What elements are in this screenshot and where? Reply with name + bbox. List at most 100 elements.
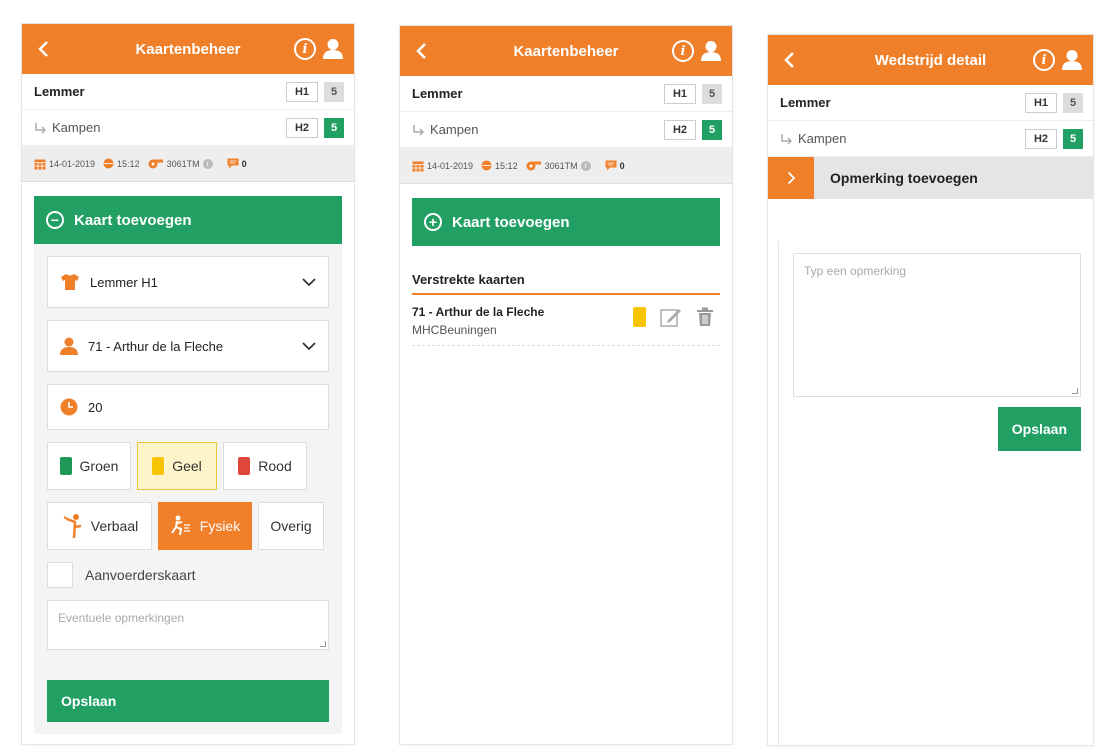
section-toggle[interactable] [768, 157, 814, 199]
whistle-icon [526, 161, 541, 171]
clock-icon [60, 398, 78, 416]
add-card-label: Kaart toevoegen [452, 213, 570, 231]
referee-code: 3061TM [544, 160, 578, 171]
resize-handle[interactable] [1072, 388, 1078, 394]
card-green-label: Groen [79, 458, 119, 474]
comment-icon [605, 160, 617, 171]
type-other-label: Overig [270, 518, 312, 534]
match-time: 15:12 [117, 158, 140, 169]
add-card-form: Lemmer H1 71 - Arthur de la Fleche 20 Gr… [34, 244, 342, 734]
match-meta: 14-01-2019 15:12 3061TM i 0 [400, 148, 732, 184]
top-bar: Wedstrijd detail i [768, 35, 1093, 85]
team-select-value: Lemmer H1 [90, 274, 158, 290]
minus-circle-icon: − [46, 211, 64, 229]
away-team-tag: H2 [285, 117, 318, 138]
home-team-tag: H1 [285, 81, 318, 102]
back-icon [784, 52, 794, 68]
top-bar: Kaartenbeheer i [22, 24, 354, 74]
comment-count: 0 [619, 160, 625, 171]
add-card-toggle[interactable]: + Kaart toevoegen [412, 198, 720, 246]
trash-icon[interactable] [696, 307, 714, 327]
home-team-score: 5 [1063, 92, 1083, 113]
save-label: Opslaan [61, 693, 117, 709]
home-team-row: Lemmer H1 5 [22, 74, 354, 110]
user-icon[interactable] [1061, 49, 1083, 71]
top-bar: Kaartenbeheer i [400, 26, 732, 76]
team-select[interactable]: Lemmer H1 [47, 256, 329, 308]
card-type-options: Verbaal Fysiek Overig [47, 502, 329, 550]
red-card-icon [238, 457, 251, 475]
remarks-placeholder: Eventuele opmerkingen [58, 611, 185, 625]
resize-handle[interactable] [320, 641, 326, 647]
section-label: Opmerking toevoegen [830, 170, 978, 186]
card-yellow-option[interactable]: Geel [137, 442, 217, 490]
whistle-icon [148, 159, 163, 169]
match-meta: 14-01-2019 15:12 3061TM i 0 [22, 146, 354, 182]
arrow-return-icon [413, 124, 424, 136]
chevron-down-icon [302, 277, 316, 286]
minute-value: 20 [88, 399, 103, 415]
match-date: 14-01-2019 [49, 158, 96, 169]
player-select[interactable]: 71 - Arthur de la Fleche [47, 320, 329, 372]
away-team-name: Kampen [52, 120, 101, 135]
screen-card-management-list: Kaartenbeheer i Lemmer H1 5 Kampen H2 5 … [400, 26, 732, 744]
type-other-option[interactable]: Overig [258, 502, 324, 550]
home-team-tag: H1 [1024, 92, 1057, 113]
match-time: 15:12 [495, 160, 518, 171]
add-remark-section[interactable]: Opmerking toevoegen [768, 157, 1093, 199]
card-green-option[interactable]: Groen [47, 442, 131, 490]
away-team-row: Kampen H2 5 [22, 110, 354, 146]
physical-icon [170, 515, 190, 536]
add-card-label: Kaart toevoegen [74, 211, 192, 229]
save-label: Opslaan [1011, 421, 1067, 437]
away-team-score: 5 [324, 117, 344, 138]
type-verbal-option[interactable]: Verbaal [47, 502, 152, 550]
card-yellow-label: Geel [172, 458, 202, 474]
player-select-value: 71 - Arthur de la Fleche [88, 338, 224, 354]
edit-icon[interactable] [660, 307, 682, 327]
away-team-score: 5 [702, 119, 722, 140]
home-team-score: 5 [324, 81, 344, 102]
away-team-tag: H2 [663, 119, 696, 140]
save-button[interactable]: Opslaan [47, 680, 329, 722]
save-button[interactable]: Opslaan [997, 407, 1081, 451]
chevron-right-icon [787, 171, 795, 185]
away-team-tag: H2 [1024, 128, 1057, 149]
arrow-return-icon [781, 133, 792, 145]
arrow-return-icon [35, 122, 46, 134]
remark-textarea[interactable]: Typ een opmerking [793, 253, 1081, 397]
card-color-options: Groen Geel Rood [47, 442, 329, 490]
add-card-toggle[interactable]: − Kaart toevoegen [34, 196, 342, 244]
ball-icon [103, 158, 114, 169]
info-icon[interactable]: i [294, 38, 316, 60]
back-icon [38, 41, 48, 57]
user-icon[interactable] [700, 40, 722, 62]
away-team-name: Kampen [798, 131, 847, 146]
type-physical-option[interactable]: Fysiek [158, 502, 252, 550]
user-icon[interactable] [322, 38, 344, 60]
minute-input[interactable]: 20 [47, 384, 329, 430]
remark-form: Typ een opmerking Opslaan [778, 241, 1093, 745]
back-button[interactable] [768, 35, 810, 85]
person-icon [60, 337, 78, 355]
screen-card-management-form: Kaartenbeheer i Lemmer H1 5 Kampen H2 5 … [22, 24, 354, 744]
shirt-icon [61, 274, 79, 290]
captain-card-checkbox[interactable] [47, 562, 73, 588]
info-icon[interactable]: i [1033, 49, 1055, 71]
plus-circle-icon: + [424, 213, 442, 231]
issued-cards-header: Verstrekte kaarten [412, 272, 720, 295]
calendar-icon [34, 159, 46, 169]
match-date: 14-01-2019 [427, 160, 474, 171]
type-verbal-label: Verbaal [90, 518, 139, 534]
back-icon [416, 43, 426, 59]
yellow-card-icon [152, 457, 165, 475]
referee-info-icon[interactable]: i [580, 160, 591, 171]
card-red-option[interactable]: Rood [223, 442, 307, 490]
issued-player-name: 71 - Arthur de la Fleche [412, 305, 545, 319]
referee-info-icon[interactable]: i [202, 158, 213, 169]
away-team-score: 5 [1063, 128, 1083, 149]
remarks-textarea[interactable]: Eventuele opmerkingen [47, 600, 329, 650]
info-icon[interactable]: i [672, 40, 694, 62]
back-button[interactable] [400, 26, 442, 76]
back-button[interactable] [22, 24, 64, 74]
